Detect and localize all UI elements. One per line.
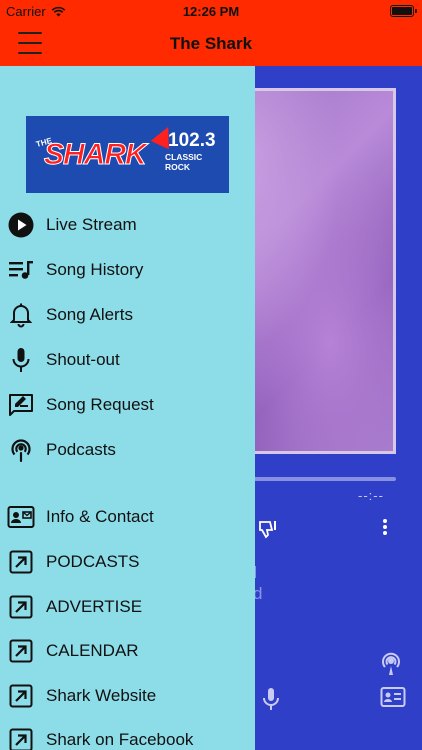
menu-item-live-stream[interactable]: Live Stream xyxy=(0,207,255,243)
side-drawer: THE SHARK 102.3 CLASSIC ROCK Live Stream… xyxy=(0,66,255,750)
podcast-icon[interactable] xyxy=(378,650,404,676)
menu-item-label: Song History xyxy=(46,260,144,279)
external-link-icon xyxy=(7,682,35,710)
clock: 12:26 PM xyxy=(182,4,240,19)
menu-link-podcasts[interactable]: PODCASTS xyxy=(0,544,255,580)
menu-item-label: Shout-out xyxy=(46,350,120,369)
podcast-icon xyxy=(7,436,35,464)
contact-card-icon[interactable] xyxy=(380,686,406,708)
duration-label: --:-- xyxy=(358,488,384,503)
play-circle-icon xyxy=(7,211,35,239)
menu-item-song-history[interactable]: Song History xyxy=(0,252,255,288)
menu-link-advertise[interactable]: ADVERTISE xyxy=(0,589,255,625)
external-link-icon xyxy=(7,593,35,621)
menu-item-shout-out[interactable]: Shout-out xyxy=(0,342,255,378)
bell-icon xyxy=(7,301,35,329)
menu-item-label: Podcasts xyxy=(46,440,116,459)
menu-link-shark-facebook[interactable]: Shark on Facebook xyxy=(0,722,255,750)
menu-item-label: PODCASTS xyxy=(46,552,140,571)
menu-item-info-contact[interactable]: Info & Contact xyxy=(0,499,255,535)
status-bar: Carrier 12:26 PM xyxy=(0,0,422,22)
menu-item-label: Live Stream xyxy=(46,215,137,234)
playlist-icon xyxy=(7,256,35,284)
logo-frequency: 102.3 xyxy=(168,130,216,151)
menu-item-label: Song Alerts xyxy=(46,305,133,324)
menu-link-shark-website[interactable]: Shark Website xyxy=(0,678,255,714)
navigation-bar: The Shark xyxy=(0,22,422,66)
logo-brand: SHARK xyxy=(44,138,148,172)
menu-item-label: ADVERTISE xyxy=(46,597,143,616)
thumbs-down-icon[interactable] xyxy=(257,518,279,540)
microphone-icon xyxy=(7,346,35,374)
page-title: The Shark xyxy=(169,34,253,53)
menu-item-label: Song Request xyxy=(46,395,154,414)
menu-item-song-alerts[interactable]: Song Alerts xyxy=(0,297,255,333)
menu-item-label: Shark on Facebook xyxy=(46,730,194,749)
menu-item-song-request[interactable]: Song Request xyxy=(0,387,255,423)
menu-item-label: Info & Contact xyxy=(46,507,154,526)
station-logo[interactable]: THE SHARK 102.3 CLASSIC ROCK xyxy=(26,116,229,193)
external-link-icon xyxy=(7,548,35,576)
more-options-icon[interactable] xyxy=(377,516,393,538)
microphone-icon[interactable] xyxy=(261,686,281,712)
battery-icon xyxy=(390,5,417,17)
external-link-icon xyxy=(7,637,35,665)
menu-item-label: Shark Website xyxy=(46,686,157,705)
menu-item-label: CALENDAR xyxy=(46,641,139,660)
edit-note-icon xyxy=(7,391,35,419)
menu-link-calendar[interactable]: CALENDAR xyxy=(0,633,255,669)
logo-format: CLASSIC ROCK xyxy=(165,152,203,172)
contact-card-icon xyxy=(7,503,35,531)
menu-item-podcasts[interactable]: Podcasts xyxy=(0,432,255,468)
external-link-icon xyxy=(7,726,35,750)
